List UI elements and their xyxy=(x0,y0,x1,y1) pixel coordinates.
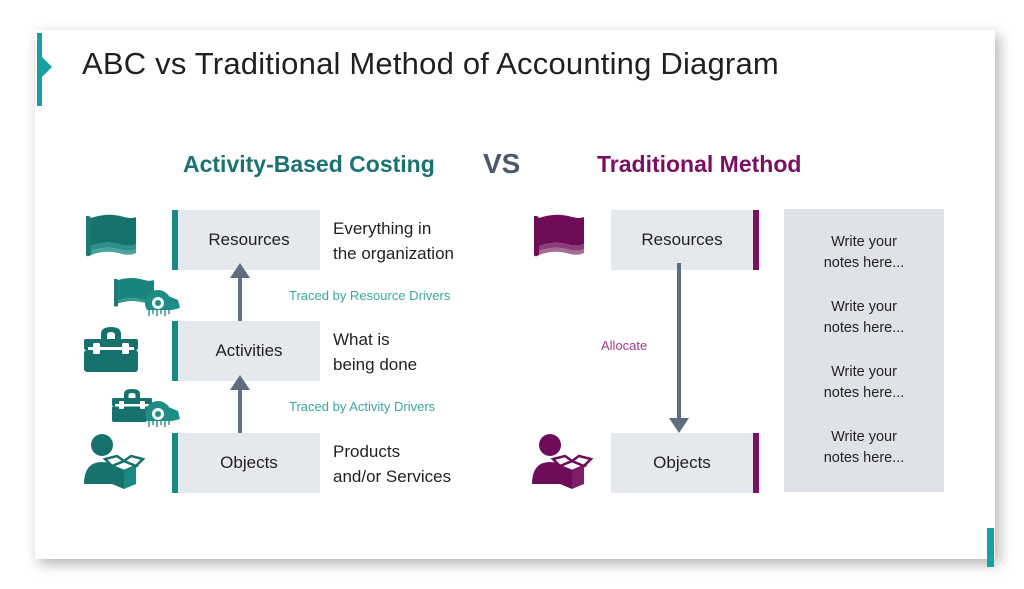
toolbox-icon xyxy=(84,327,138,372)
note-item[interactable]: Write your notes here... xyxy=(784,232,944,274)
note-item[interactable]: Write your notes here... xyxy=(784,297,944,339)
person-box-icon xyxy=(84,434,146,489)
arrow-up-icon xyxy=(230,263,250,321)
heading-activity-based-costing: Activity-Based Costing xyxy=(183,151,435,177)
abc-description-resources: Everything in the organization xyxy=(333,219,454,263)
abc-box-activities-label: Activities xyxy=(215,341,283,360)
flag-measuring-tape-icon xyxy=(114,278,180,316)
abc-description-activities: What is being done xyxy=(333,330,418,374)
title-accent-arrow-icon xyxy=(42,57,52,77)
traditional-connector-label-allocate: Allocate xyxy=(601,338,648,353)
heading-vs: VS xyxy=(483,148,521,179)
abc-box-resources-label: Resources xyxy=(208,230,290,249)
toolbox-measuring-tape-icon xyxy=(112,389,180,427)
abc-box-resources[interactable]: Resources xyxy=(172,210,320,270)
arrow-up-icon xyxy=(230,375,250,433)
abc-box-activities[interactable]: Activities xyxy=(172,321,320,381)
slide-stage: ABC vs Traditional Method of Accounting … xyxy=(0,0,1024,589)
abc-box-objects-label: Objects xyxy=(220,453,278,472)
traditional-box-resources-label: Resources xyxy=(641,230,723,249)
abc-box-objects[interactable]: Objects xyxy=(172,433,320,493)
abc-connector-label-resource-drivers: Traced by Resource Drivers xyxy=(289,288,451,303)
arrow-down-icon xyxy=(669,263,689,433)
person-box-icon xyxy=(532,434,594,489)
note-item[interactable]: Write your notes here... xyxy=(784,427,944,469)
corner-accent-bar xyxy=(987,528,994,567)
note-item[interactable]: Write your notes here... xyxy=(784,362,944,404)
traditional-box-resources[interactable]: Resources xyxy=(611,210,759,270)
abc-connector-label-activity-drivers: Traced by Activity Drivers xyxy=(289,399,436,414)
flag-icon xyxy=(534,214,584,257)
abc-description-objects: Products and/or Services xyxy=(333,442,452,486)
traditional-box-objects-label: Objects xyxy=(653,453,711,472)
flag-icon xyxy=(86,214,136,257)
heading-traditional-method: Traditional Method xyxy=(597,151,802,177)
traditional-box-objects[interactable]: Objects xyxy=(611,433,759,493)
page-title: ABC vs Traditional Method of Accounting … xyxy=(82,46,779,81)
